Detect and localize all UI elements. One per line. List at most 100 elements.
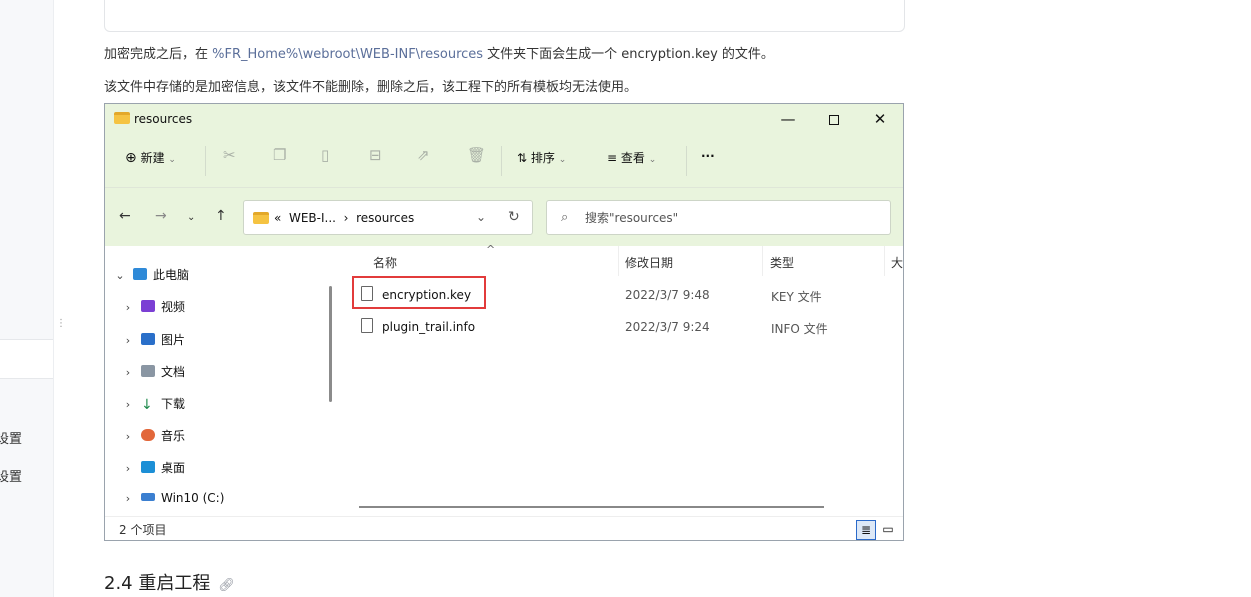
link-icon[interactable]: 🔗︎ [218,578,235,593]
file-row[interactable]: plugin_trail.info 2022/3/7 9:24 INFO 文件 [341,312,903,342]
tree-item-label: 此电脑 [153,268,190,282]
view-button[interactable]: ≡ 查看 ⌄ [607,149,656,166]
drive-icon [141,493,155,501]
chevron-right-icon[interactable]: › [119,430,137,443]
paragraph-warning: 该文件中存储的是加密信息，该文件不能删除，删除之后，该工程下的所有模板均无法使用… [104,80,638,95]
large-icons-view-icon[interactable]: ▭ [879,520,897,538]
desktop-icon [141,461,155,473]
paste-icon[interactable]: ▯ [321,146,329,164]
sidebar-selected-box[interactable] [0,339,53,379]
document-icon [141,365,155,377]
view-lines-icon: ≡ [607,151,618,165]
sidebar-item-settings-1[interactable]: 设置 [0,428,22,447]
refresh-icon[interactable]: ↻ [508,209,520,225]
tree-item-documents[interactable]: › 文档 [119,363,185,380]
breadcrumb-overflow[interactable]: « [274,211,281,225]
share-icon[interactable]: ⇗ [417,146,430,164]
file-type: INFO 文件 [771,322,828,336]
separator [501,146,502,176]
paragraph-encryption-location: 加密完成之后，在 %FR_Home%\webroot\WEB-INF\resou… [104,43,774,62]
rename-icon[interactable]: ⊟ [369,146,382,164]
chevron-down-icon: ⌄ [558,155,567,165]
tree-item-desktop[interactable]: › 桌面 [119,459,185,476]
column-header-modified[interactable]: 修改日期 [625,254,673,271]
command-bar: ⊕ 新建 ⌄ ✂ ❐ ▯ ⊟ ⇗ 🗑 ⇅ 排序 ⌄ ≡ 查看 ⌄ ··· [105,134,903,188]
tree-item-label: 音乐 [161,429,186,443]
column-divider[interactable] [884,246,885,276]
chevron-right-icon[interactable]: › [119,462,137,475]
minimize-button[interactable]: — [773,108,803,130]
file-modified: 2022/3/7 9:48 [625,288,710,302]
chevron-right-icon[interactable]: › [119,398,137,411]
tree-item-drive-c[interactable]: › Win10 (C:) [119,491,225,505]
column-header-size[interactable]: 大 [891,254,903,271]
maximize-button[interactable] [819,108,849,130]
chevron-right-icon[interactable]: › [119,366,137,379]
file-list: ^ 名称 修改日期 类型 大 encryption.key 2022/3/7 9… [341,243,903,516]
column-divider[interactable] [762,246,763,276]
tree-item-pictures[interactable]: › 图片 [119,331,185,348]
new-button[interactable]: ⊕ 新建 ⌄ [125,149,176,166]
column-header-type[interactable]: 类型 [770,254,794,271]
item-count: 2 个项目 [119,523,167,537]
file-name: plugin_trail.info [382,320,476,334]
section-heading: 2.4 重启工程 🔗︎ [104,569,235,595]
breadcrumb-separator: › [343,211,349,225]
chevron-right-icon[interactable]: › [119,492,137,505]
address-dropdown-icon[interactable]: ⌄ [476,210,486,224]
tree-item-this-pc[interactable]: ⌄ 此电脑 [111,266,189,283]
more-options-button[interactable]: ··· [701,149,715,163]
video-icon [141,300,155,312]
copy-icon[interactable]: ❐ [273,146,286,164]
chevron-right-icon[interactable]: › [119,334,137,347]
sort-button[interactable]: ⇅ 排序 ⌄ [517,149,566,166]
view-label: 查看 [620,151,645,165]
delete-icon[interactable]: 🗑 [467,146,486,164]
recent-locations-chevron-icon[interactable]: ⌄ [187,212,195,223]
up-arrow-icon[interactable]: ↑ [215,208,227,224]
tree-scrollbar[interactable] [329,286,332,402]
tree-item-label: 桌面 [161,461,186,475]
tree-item-music[interactable]: › 音乐 [119,427,185,444]
picture-icon [141,333,155,345]
search-input[interactable] [585,209,875,227]
close-button[interactable]: ✕ [865,108,895,130]
chevron-down-icon: ⌄ [648,155,657,165]
navigation-bar: ← → ⌄ ↑ « WEB-I... › resources ⌄ ↻ ⌕ [105,188,903,246]
breadcrumb: « WEB-I... › resources [274,211,414,225]
column-divider[interactable] [618,246,619,276]
tree-item-videos[interactable]: › 视频 [119,298,185,315]
sidebar-resize-handle[interactable]: ⋮ [56,319,66,329]
sort-label: 排序 [530,151,555,165]
back-arrow-icon[interactable]: ← [119,208,131,224]
title-bar: resources — ✕ [105,104,903,134]
chevron-right-icon[interactable]: › [119,301,137,314]
tree-item-downloads[interactable]: › ↓ 下载 [119,395,185,413]
address-bar[interactable]: « WEB-I... › resources ⌄ ↻ [243,200,533,235]
separator [205,146,206,176]
red-highlight-box [352,276,486,309]
file-explorer-screenshot: resources — ✕ ⊕ 新建 ⌄ ✂ ❐ ▯ ⊟ ⇗ 🗑 ⇅ 排序 ⌄ … [104,103,904,541]
breadcrumb-resources[interactable]: resources [356,211,414,225]
tree-item-label: Win10 (C:) [161,491,225,505]
path-code: %FR_Home%\webroot\WEB-INF\resources [212,47,484,62]
chevron-down-icon: ⌄ [168,155,176,165]
breadcrumb-web-inf[interactable]: WEB-I... [289,211,336,225]
horizontal-scrollbar[interactable] [359,506,824,508]
file-type: KEY 文件 [771,290,822,304]
column-header-name[interactable]: 名称 [373,254,397,271]
details-view-icon[interactable]: ≣ [856,520,876,540]
sidebar-item-settings-2[interactable]: 设置 [0,466,22,485]
file-modified: 2022/3/7 9:24 [625,320,710,334]
tree-item-label: 视频 [161,300,186,314]
search-box[interactable]: ⌕ [546,200,891,235]
para1-text-after: 文件夹下面会生成一个 encryption.key 的文件。 [483,47,774,62]
cut-icon[interactable]: ✂ [223,146,236,164]
separator [686,146,687,176]
navigation-tree: ⌄ 此电脑 › 视频 › 图片 › 文档 › ↓ 下载 › 音乐 › 桌面 › Win10 (C:… [105,246,332,516]
maximize-icon [829,114,839,125]
forward-arrow-icon[interactable]: → [155,208,167,224]
para1-text-before: 加密完成之后，在 [104,47,213,62]
sort-icon: ⇅ [517,151,528,165]
chevron-down-icon[interactable]: ⌄ [111,269,129,282]
